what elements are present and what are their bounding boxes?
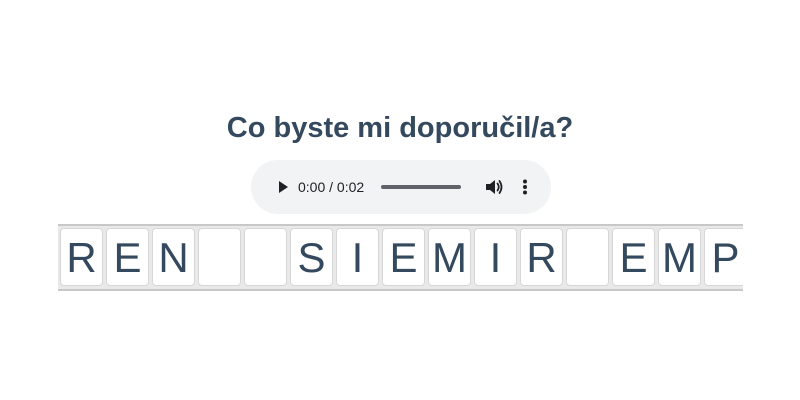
play-icon[interactable] bbox=[271, 175, 295, 199]
letter-tile[interactable]: I bbox=[336, 228, 379, 286]
empty-tile[interactable] bbox=[198, 228, 241, 286]
letter-tile[interactable]: N bbox=[152, 228, 195, 286]
letter-tile-strip: ORENSIEMIREMPO bbox=[58, 224, 743, 291]
more-vert-icon[interactable] bbox=[513, 175, 537, 199]
letter-tile[interactable]: R bbox=[60, 228, 103, 286]
letter-tile[interactable]: S bbox=[290, 228, 333, 286]
letter-tile[interactable]: M bbox=[658, 228, 701, 286]
letter-tile[interactable]: P bbox=[704, 228, 743, 286]
letter-tile[interactable]: E bbox=[382, 228, 425, 286]
question-title: Co byste mi doporučil/a? bbox=[226, 112, 574, 144]
audio-player: 0:00 / 0:02 bbox=[251, 160, 551, 214]
page: Co byste mi doporučil/a? 0:00 / 0:02 R E… bbox=[0, 0, 800, 400]
time-display: 0:00 / 0:02 bbox=[298, 179, 365, 195]
letter-tile[interactable]: E bbox=[106, 228, 149, 286]
letter-tile[interactable]: E bbox=[612, 228, 655, 286]
empty-tile[interactable] bbox=[566, 228, 609, 286]
letter-tile[interactable]: R bbox=[520, 228, 563, 286]
empty-tile[interactable] bbox=[244, 228, 287, 286]
letter-tile[interactable]: M bbox=[428, 228, 471, 286]
progress-slider[interactable] bbox=[381, 185, 461, 189]
volume-icon[interactable] bbox=[482, 175, 506, 199]
letter-tile[interactable]: I bbox=[474, 228, 517, 286]
